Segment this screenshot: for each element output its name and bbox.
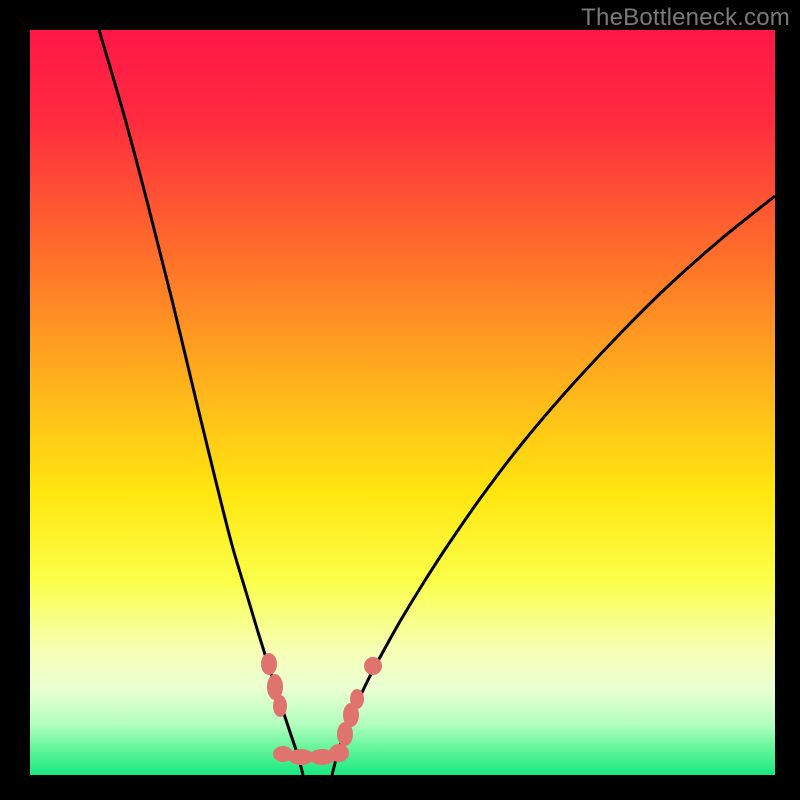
chart-frame: TheBottleneck.com	[0, 0, 800, 800]
marker-dot	[350, 689, 364, 709]
marker-dot	[364, 657, 382, 675]
plot-area	[30, 30, 775, 775]
marker-dot	[273, 695, 287, 717]
watermark-text: TheBottleneck.com	[581, 4, 790, 32]
marker-dot	[261, 653, 277, 675]
marker-cluster	[261, 653, 382, 765]
marker-dot	[329, 744, 349, 762]
right-branch-curve	[332, 196, 775, 775]
curve-layer	[30, 30, 775, 775]
